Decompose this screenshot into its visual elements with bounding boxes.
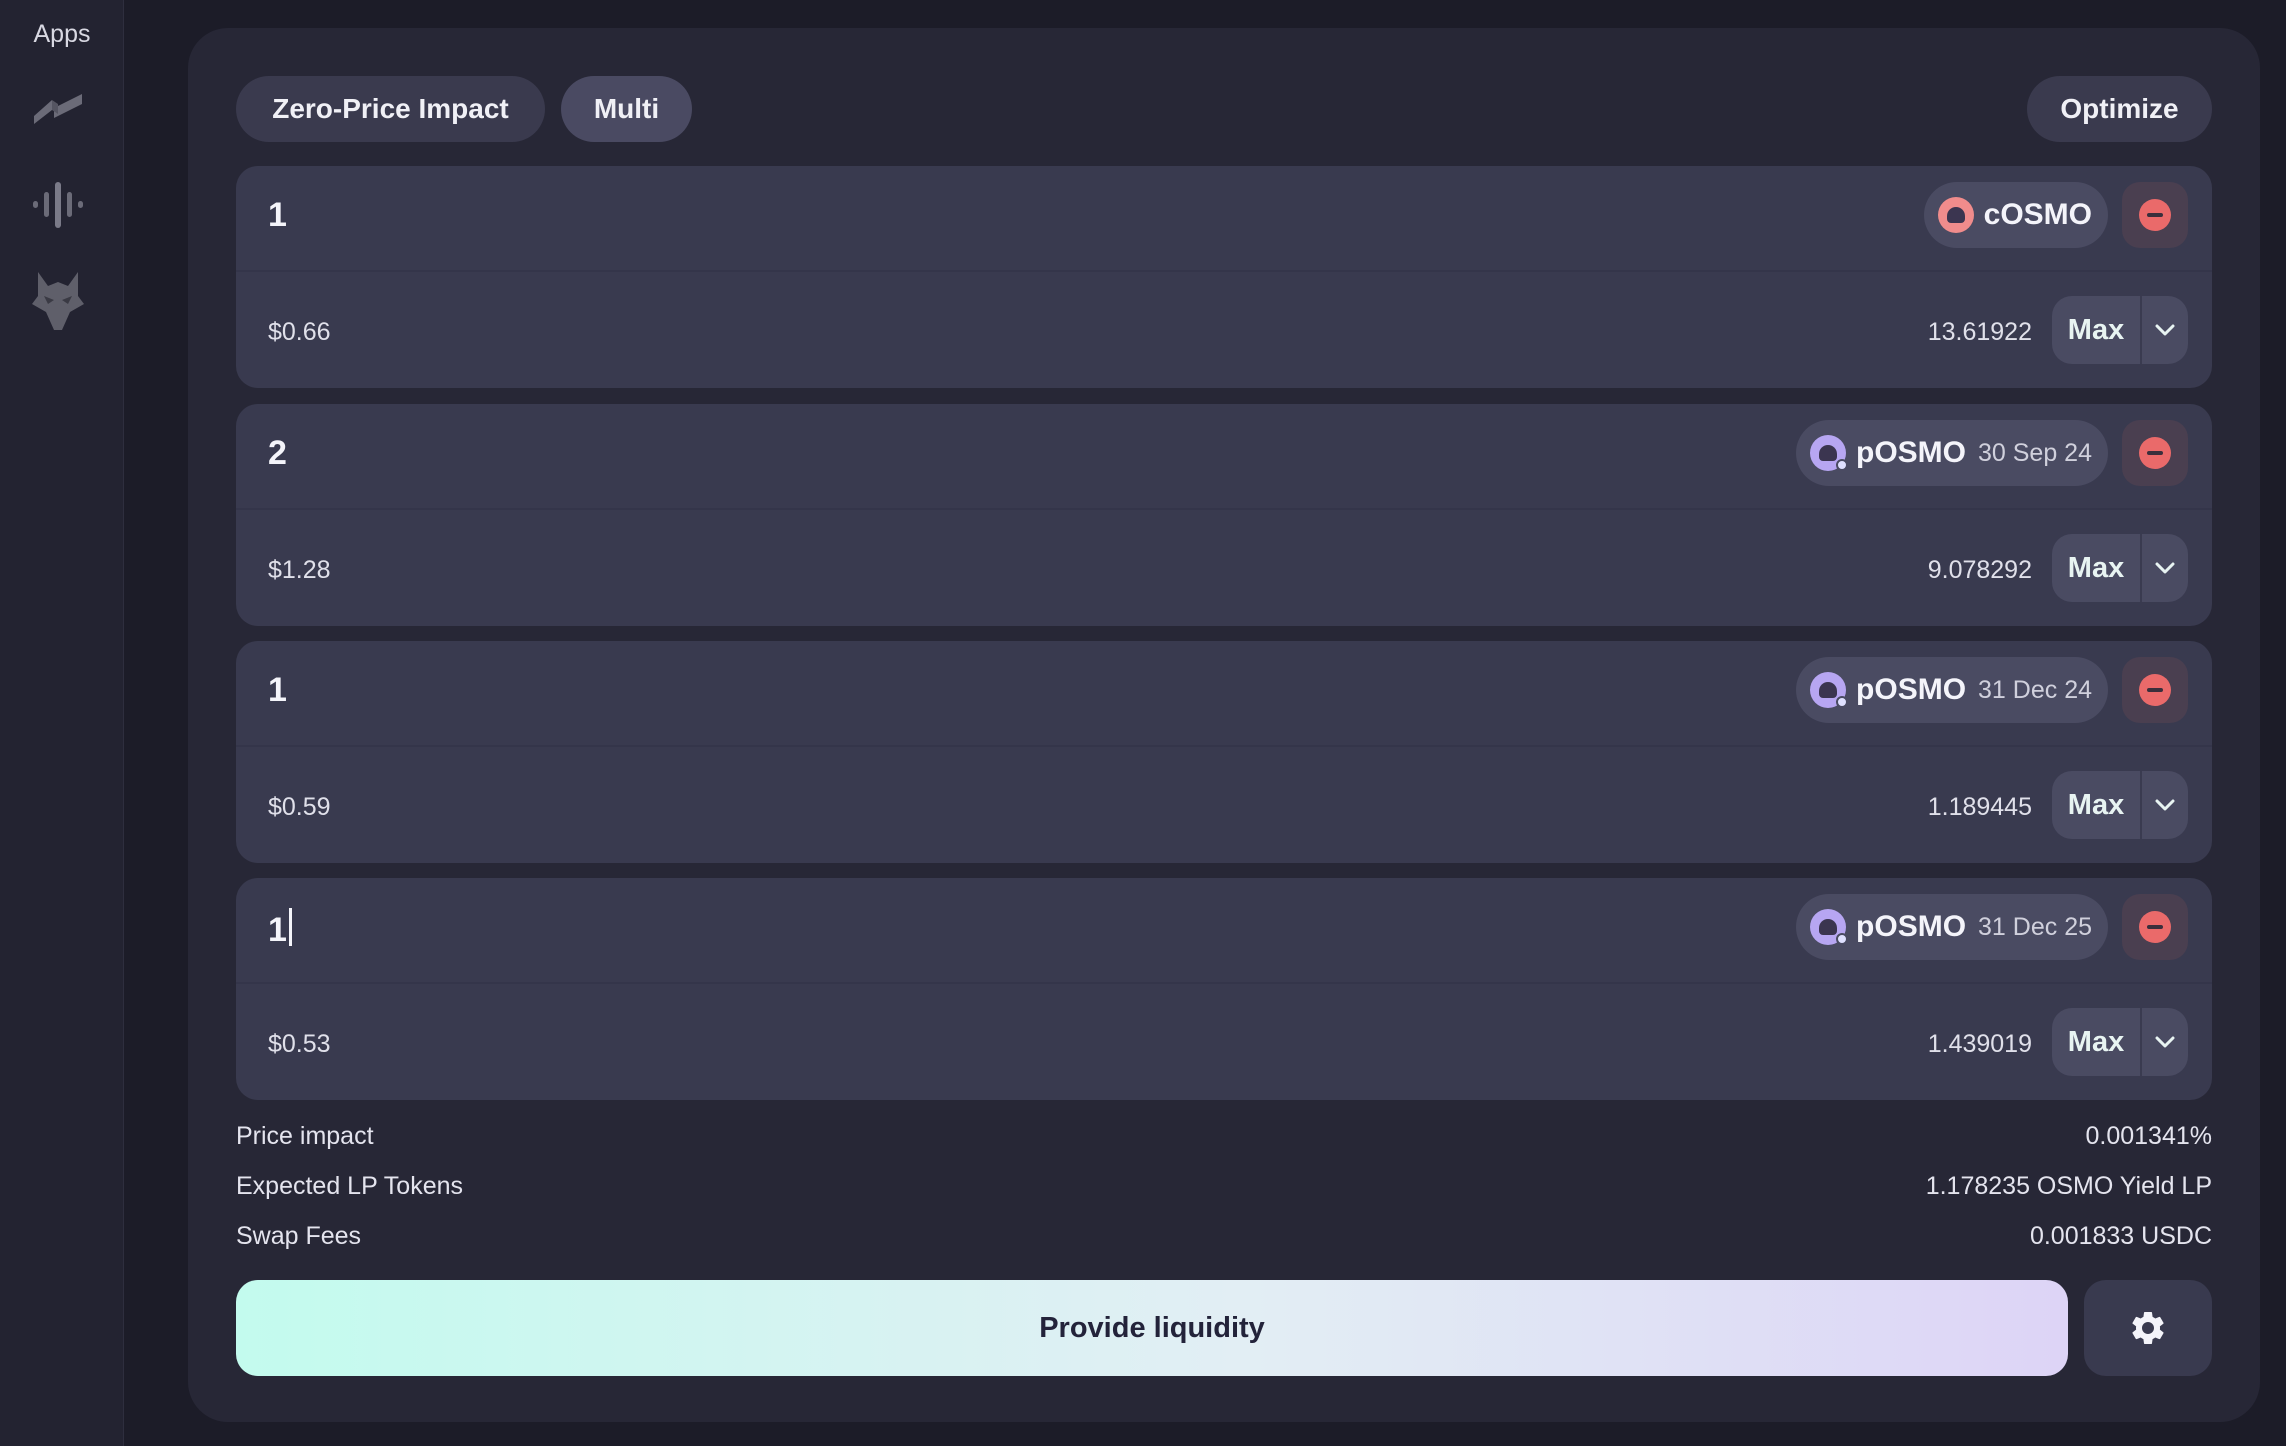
token-maturity-date: 31 Dec 24 — [1978, 675, 2092, 704]
posmo-token-icon — [1810, 435, 1848, 471]
apps-title: Apps — [33, 20, 91, 48]
max-control: Max — [2052, 296, 2188, 364]
text-cursor — [288, 908, 292, 946]
token-symbol: pOSMO — [1856, 673, 1967, 706]
max-button[interactable]: Max — [2052, 534, 2140, 602]
token-balance: 13.61922 — [1927, 318, 2032, 346]
minus-circle-icon — [2139, 199, 2171, 231]
token-symbol: pOSMO — [1856, 436, 1966, 469]
token-input-card: 1 pOSMO 31 Dec 24 $0.59 1.189445 Max — [236, 641, 2212, 863]
expected-lp-row: Expected LP Tokens 1.178235 OSMO Yield L… — [236, 1172, 2212, 1208]
token-balance: 9.078292 — [1927, 556, 2032, 584]
price-impact-label: Price impact — [236, 1122, 374, 1150]
divider — [236, 745, 2212, 747]
expected-lp-value: 1.178235 OSMO Yield LP — [1925, 1172, 2212, 1200]
apps-sidebar: Apps — [0, 0, 124, 1446]
token-selector[interactable]: cOSMO — [1923, 182, 2108, 248]
gear-icon — [2132, 1312, 2164, 1344]
max-button[interactable]: Max — [2052, 296, 2140, 364]
max-dropdown-button[interactable] — [2140, 296, 2188, 364]
provide-liquidity-button[interactable]: Provide liquidity — [236, 1280, 2068, 1376]
minus-circle-icon — [2139, 437, 2171, 469]
remove-token-button[interactable] — [2122, 894, 2188, 960]
minus-circle-icon — [2139, 674, 2171, 706]
token-selector[interactable]: pOSMO 31 Dec 24 — [1796, 657, 2108, 723]
divider — [236, 508, 2212, 510]
settings-button[interactable] — [2084, 1280, 2212, 1376]
token-input-card: 1 cOSMO $0.66 13.61922 Max — [236, 166, 2212, 388]
amount-input[interactable]: 1 — [268, 196, 287, 235]
token-maturity-date: 31 Dec 25 — [1978, 912, 2092, 941]
expected-lp-label: Expected LP Tokens — [236, 1172, 464, 1200]
divider — [236, 982, 2212, 984]
usd-value: $0.53 — [268, 1030, 331, 1058]
amount-input[interactable]: 1 — [268, 671, 287, 710]
usd-value: $0.59 — [268, 793, 331, 821]
posmo-token-icon — [1810, 909, 1849, 945]
chevron-down-icon — [2155, 562, 2175, 574]
remove-token-button[interactable] — [2122, 657, 2188, 723]
posmo-token-icon — [1810, 672, 1849, 708]
max-control: Max — [2052, 1008, 2188, 1076]
max-button[interactable]: Max — [2052, 771, 2140, 839]
max-control: Max — [2052, 534, 2188, 602]
divider — [236, 270, 2212, 272]
max-dropdown-button[interactable] — [2140, 1008, 2188, 1076]
strata-logo-icon[interactable] — [30, 80, 86, 136]
usd-value: $0.66 — [268, 318, 331, 346]
equalizer-logo-icon[interactable] — [30, 176, 86, 232]
swap-fees-value: 0.001833 USDC — [2029, 1222, 2212, 1250]
token-symbol: pOSMO — [1856, 910, 1967, 943]
token-input-card: 1 pOSMO 31 Dec 25 $0.53 1.439019 Max — [236, 878, 2212, 1100]
amount-input[interactable]: 1 — [268, 908, 292, 950]
token-input-card: 2 pOSMO 30 Sep 24 $1.28 9.078292 Max — [236, 404, 2212, 626]
max-dropdown-button[interactable] — [2140, 534, 2188, 602]
max-dropdown-button[interactable] — [2140, 771, 2188, 839]
amount-input[interactable]: 2 — [268, 434, 287, 473]
price-impact-row: Price impact 0.001341% — [236, 1122, 2212, 1158]
token-balance: 1.439019 — [1927, 1030, 2032, 1058]
tab-multi[interactable]: Multi — [561, 76, 692, 142]
chevron-down-icon — [2155, 799, 2175, 811]
swap-fees-label: Swap Fees — [236, 1222, 362, 1250]
swap-fees-row: Swap Fees 0.001833 USDC — [236, 1222, 2212, 1258]
chevron-down-icon — [2155, 324, 2175, 336]
token-selector[interactable]: pOSMO 30 Sep 24 — [1796, 420, 2108, 486]
token-symbol: cOSMO — [1983, 198, 2092, 231]
price-impact-value: 0.001341% — [2085, 1122, 2212, 1150]
token-selector[interactable]: pOSMO 31 Dec 25 — [1796, 894, 2108, 960]
remove-token-button[interactable] — [2122, 182, 2188, 248]
chevron-down-icon — [2155, 1036, 2175, 1048]
tab-zero-price-impact[interactable]: Zero-Price Impact — [236, 76, 545, 142]
max-button[interactable]: Max — [2052, 1008, 2140, 1076]
token-balance: 1.189445 — [1927, 793, 2032, 821]
token-maturity-date: 30 Sep 24 — [1978, 438, 2092, 467]
cosmo-token-icon — [1937, 197, 1974, 233]
usd-value: $1.28 — [268, 556, 331, 584]
optimize-button[interactable]: Optimize — [2027, 76, 2212, 142]
wolf-logo-icon[interactable] — [30, 268, 86, 330]
max-control: Max — [2052, 771, 2188, 839]
remove-token-button[interactable] — [2122, 420, 2188, 486]
minus-circle-icon — [2139, 911, 2171, 943]
